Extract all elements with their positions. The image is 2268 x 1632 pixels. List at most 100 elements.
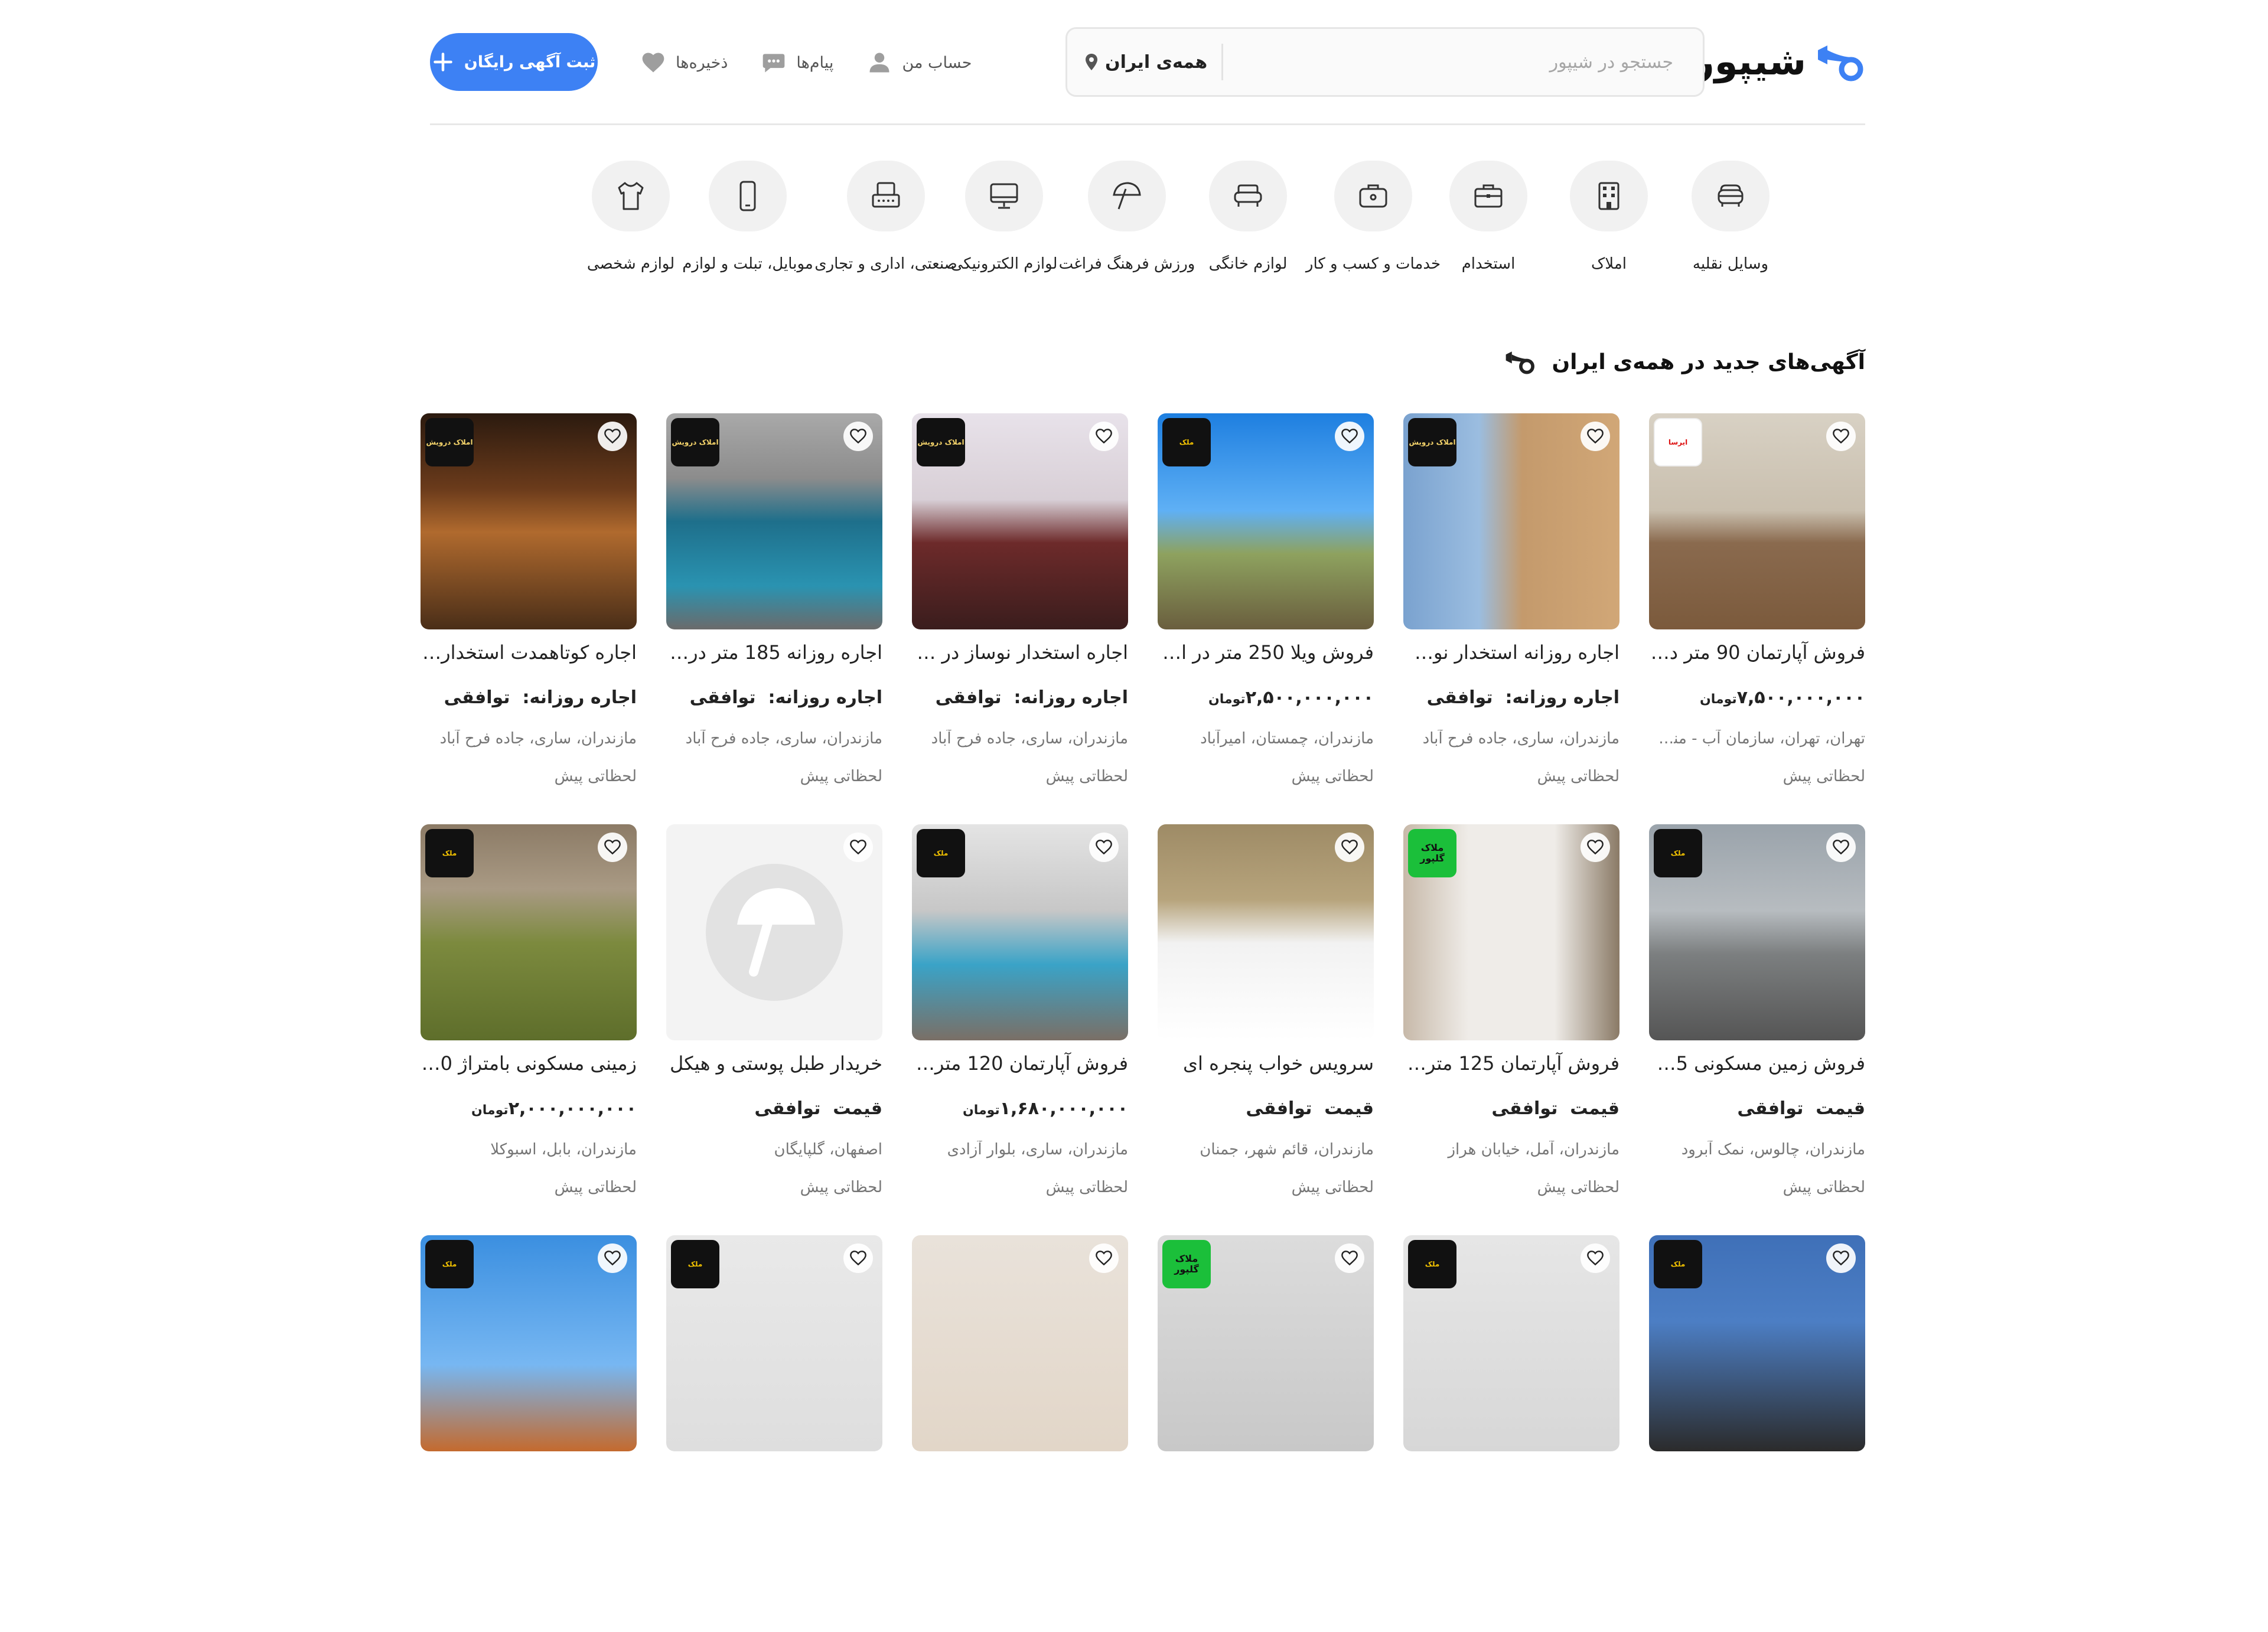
post-ad-button[interactable]: ثبت آگهی رایگان (430, 33, 598, 91)
heart-outline-icon (850, 429, 866, 444)
listing-card[interactable]: ملاک گلپور (1158, 1235, 1374, 1632)
listing-title[interactable]: زمینی مسکونی بامتراژ 600 متر (421, 1052, 637, 1079)
listing-title[interactable]: فروش آپارتمان 120 متر در ساری (912, 1052, 1128, 1079)
bookmark-button[interactable] (1581, 422, 1610, 451)
listing-card[interactable]: املاک درویش اجاره کوتاهمدت استخدار نوساز ا… (421, 413, 637, 810)
listing-card[interactable]: ایرسا فروش آپارتمان 90 متر در تهران ۷,۵۰۰,… (1649, 413, 1865, 810)
listing-card[interactable]: ملک فروش زمین مسکونی 485 متر قیمت توافقی ما… (1649, 824, 1865, 1221)
listing-image[interactable]: ملاک گلپور (1403, 824, 1619, 1040)
bookmark-button[interactable] (1335, 422, 1364, 451)
price-value: ۲,۵۰۰,۰۰۰,۰۰۰ (1245, 687, 1374, 708)
listing-card[interactable]: ملک (421, 1235, 637, 1632)
price-value: ۱,۶۸۰,۰۰۰,۰۰۰ (999, 1098, 1128, 1119)
bookmark-button[interactable] (1335, 833, 1364, 862)
listing-title[interactable]: فروش ویلا 250 متر در امیرآباد (1158, 641, 1374, 668)
briefcase-icon (1474, 184, 1503, 208)
search-input[interactable] (1223, 29, 1703, 95)
category-circle (965, 161, 1043, 231)
listing-time (421, 1589, 637, 1613)
listing-card[interactable]: املاک درویش اجاره روزانه 185 متر در جاده ا… (666, 413, 882, 810)
listing-image[interactable]: ملک (1649, 824, 1865, 1040)
listing-image[interactable] (912, 1235, 1128, 1451)
listing-title[interactable]: فروش آپارتمان 90 متر در تهران (1649, 641, 1865, 668)
listing-card[interactable]: ملاک گلپور فروش آپارتمان 125 متر در آمل قی… (1403, 824, 1619, 1221)
listing-image[interactable]: ملک (421, 1235, 637, 1451)
listing-image[interactable]: ملاک گلپور (1158, 1235, 1374, 1451)
category-umbrella[interactable]: ورزش فرهنگ فراغت (1056, 161, 1198, 279)
bookmark-button[interactable] (843, 422, 873, 451)
bookmark-button[interactable] (1089, 1243, 1119, 1273)
account-link[interactable]: حساب من (866, 50, 972, 76)
bookmark-button[interactable] (1089, 422, 1119, 451)
bookmark-button[interactable] (1826, 833, 1856, 862)
listing-location: مازندران، ساری، جاده فرح آباد (1422, 730, 1619, 748)
agency-logo-text: املاک درویش (1409, 438, 1456, 446)
listing-card[interactable]: ملک (666, 1235, 882, 1632)
listing-title[interactable]: اجاره کوتاهمدت استخدار نوساز (421, 641, 637, 668)
listing-image[interactable]: ملک (1403, 1235, 1619, 1451)
bookmark-button[interactable] (1581, 1243, 1610, 1273)
listing-card[interactable]: خریدار طبل پوستی و هیکل قیمت توافقی اصفهان… (666, 824, 882, 1221)
listing-price: ۲,۰۰۰,۰۰۰,۰۰۰تومان (421, 1098, 637, 1124)
listing-title[interactable]: اجاره استخدار نوساز در فرح آباد (912, 641, 1128, 668)
category-shirt[interactable]: لوازم شخصی (560, 161, 702, 279)
listing-card[interactable]: ملک (1649, 1235, 1865, 1632)
listing-image[interactable]: ایرسا (1649, 413, 1865, 629)
category-sofa-car[interactable]: وسایل نقلیه (1660, 161, 1801, 279)
agency-logo-text: ملک (1670, 1260, 1686, 1268)
bookmark-button[interactable] (1335, 1243, 1364, 1273)
bookmark-button[interactable] (843, 833, 873, 862)
bookmark-button[interactable] (1826, 1243, 1856, 1273)
listing-title[interactable] (1403, 1463, 1619, 1490)
listing-image[interactable]: ملک (666, 1235, 882, 1451)
listing-image[interactable]: املاک درویش (1403, 413, 1619, 629)
bookmark-button[interactable] (843, 1243, 873, 1273)
listing-title[interactable]: فروش زمین مسکونی 485 متر (1649, 1052, 1865, 1079)
listing-image[interactable]: املاک درویش (912, 413, 1128, 629)
listing-card[interactable]: املاک درویش اجاره استخدار نوساز در فرح آب… (912, 413, 1128, 810)
listing-title[interactable]: سرویس خواب پنجره ای (1158, 1052, 1374, 1079)
listing-card[interactable] (912, 1235, 1128, 1632)
listing-card[interactable]: ملک زمینی مسکونی بامتراژ 600 متر ۲,۰۰۰,۰۰۰… (421, 824, 637, 1221)
bookmark-button[interactable] (598, 422, 627, 451)
listing-card[interactable]: ملک فروش آپارتمان 120 متر در ساری ۱,۶۸۰,۰۰… (912, 824, 1128, 1221)
listing-title[interactable]: فروش آپارتمان 125 متر در آمل (1403, 1052, 1619, 1079)
bookmark-button[interactable] (598, 1243, 627, 1273)
listing-image[interactable]: ملک (912, 824, 1128, 1040)
listing-image[interactable]: املاک درویش (421, 413, 637, 629)
category-building[interactable]: املاک (1538, 161, 1680, 279)
logo[interactable]: شیپور (1693, 37, 1865, 87)
listing-time (1649, 1589, 1865, 1613)
listing-title[interactable]: خریدار طبل پوستی و هیکل (666, 1052, 882, 1079)
listing-image[interactable]: املاک درویش (666, 413, 882, 629)
category-register[interactable]: صنعتی، اداری و تجاری (814, 161, 957, 279)
location-selector[interactable]: همه‌ی ایران (1067, 29, 1221, 95)
listing-title[interactable] (421, 1463, 637, 1490)
listing-image[interactable] (1158, 824, 1374, 1040)
listing-image[interactable]: ملک (1158, 413, 1374, 629)
listing-title[interactable] (912, 1463, 1128, 1490)
listing-image[interactable]: ملک (1649, 1235, 1865, 1451)
messages-link[interactable]: پیام‌ها (761, 50, 833, 76)
listing-card[interactable]: سرویس خواب پنجره ای قیمت توافقی مازندران، … (1158, 824, 1374, 1221)
category-armchair[interactable]: لوازم خانگی (1177, 161, 1319, 279)
listing-title[interactable] (666, 1463, 882, 1490)
listing-card[interactable]: ملک (1403, 1235, 1619, 1632)
category-bag[interactable]: خدمات و کسب و کار (1302, 161, 1444, 279)
agency-logo: ملک (917, 829, 965, 877)
listing-card[interactable]: املاک درویش اجاره روزانه استخدار نوساز اجا… (1403, 413, 1619, 810)
bookmark-button[interactable] (1089, 833, 1119, 862)
listing-card[interactable]: ملک فروش ویلا 250 متر در امیرآباد ۲,۵۰۰,۰۰… (1158, 413, 1374, 810)
listing-title[interactable]: اجاره روزانه 185 متر در جاده (666, 641, 882, 668)
listing-image[interactable]: ملک (421, 824, 637, 1040)
listing-title[interactable] (1649, 1463, 1865, 1490)
agency-logo: املاک درویش (425, 418, 474, 466)
saved-link[interactable]: ذخیره‌ها (640, 50, 728, 76)
listing-image[interactable] (666, 824, 882, 1040)
bookmark-button[interactable] (1826, 422, 1856, 451)
listing-title[interactable]: اجاره روزانه استخدار نوساز (1403, 641, 1619, 668)
listing-title[interactable] (1158, 1463, 1374, 1490)
heart-outline-icon (1587, 1251, 1604, 1266)
bookmark-button[interactable] (598, 833, 627, 862)
bookmark-button[interactable] (1581, 833, 1610, 862)
